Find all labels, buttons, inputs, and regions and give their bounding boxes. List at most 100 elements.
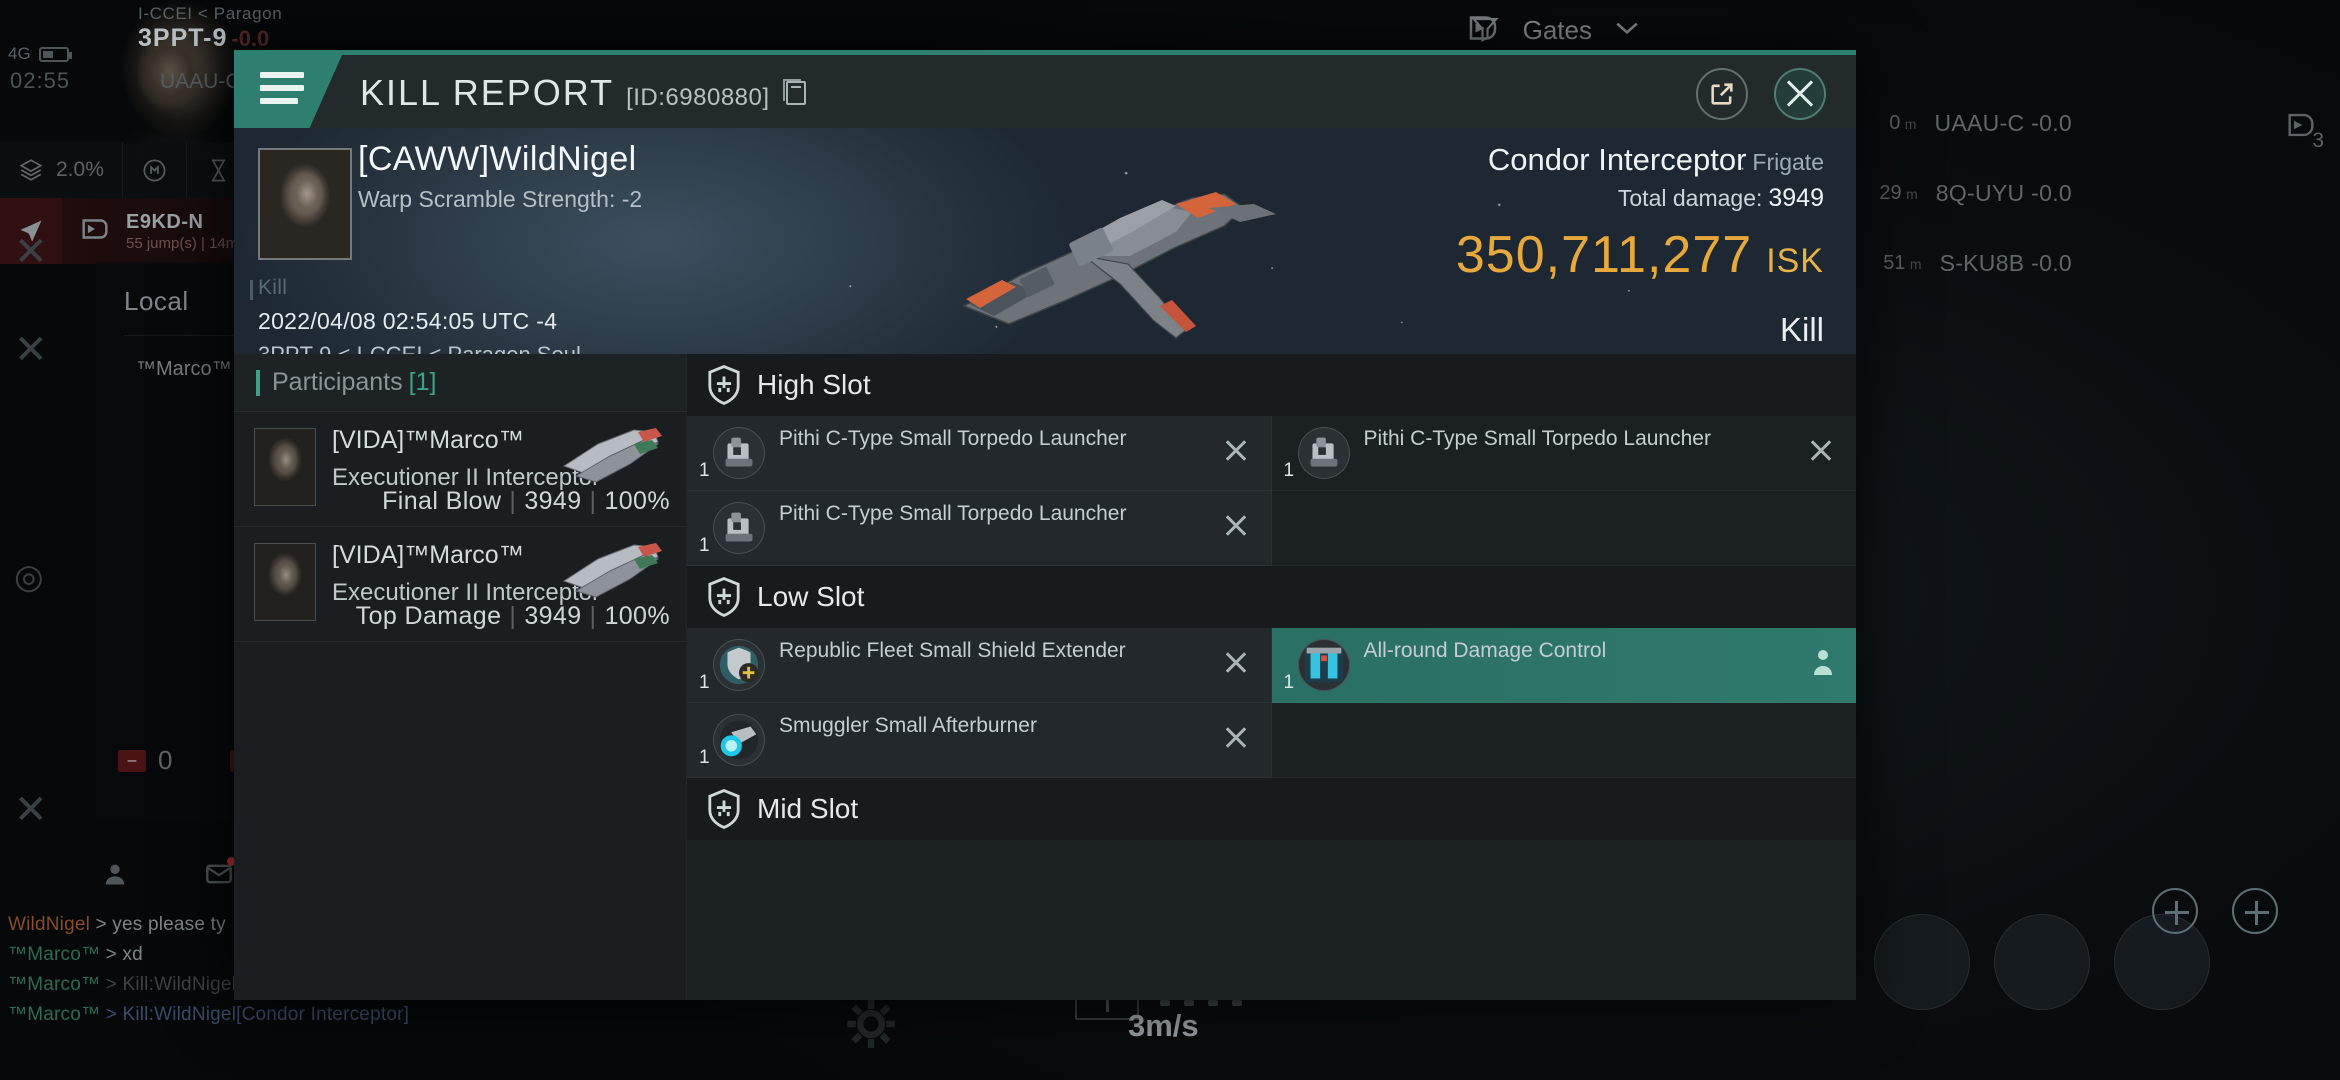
chat-text: > xd (100, 944, 143, 965)
gate-list-item[interactable]: 51 m S-KU8B -0.0 (1883, 250, 2072, 277)
settings-gear-icon[interactable] (845, 998, 897, 1055)
victim-name: [CAWW]WildNigel (358, 140, 637, 178)
kill-label: Kill (249, 276, 288, 300)
cargo-status[interactable]: 2.0% (0, 142, 123, 198)
minus-badge-icon: – (118, 749, 146, 772)
fitting-item[interactable]: 1 Pithi C-Type Small Torpedo Launcher (687, 416, 1272, 491)
victim-avatar[interactable] (258, 148, 352, 260)
target-icon[interactable]: ◎ (14, 560, 44, 594)
low-slot-icon (707, 577, 741, 617)
pilot-icon[interactable] (100, 860, 130, 893)
kill-report-dialog: KILL REPORT [ID:6980880] [CAWW]WildNigel… (234, 50, 1856, 1000)
item-name: Pithi C-Type Small Torpedo Launcher (1363, 427, 1711, 450)
participant-role: Top Damage (355, 602, 502, 630)
system-security: -0.0 (231, 26, 270, 51)
module-dots (1160, 1000, 1242, 1006)
afterburner-icon (713, 714, 765, 766)
gate-list-item[interactable]: 0 m UAAU-C -0.0 (1889, 110, 2072, 137)
device-status-bar: 4G (8, 44, 72, 64)
alert-count-1: 0 (158, 745, 173, 775)
close-icon (1783, 77, 1817, 111)
gate-name: S-KU8B (1939, 250, 2025, 276)
mid-slot-title: Mid Slot (757, 793, 859, 824)
menu-button[interactable] (234, 55, 342, 128)
gate-distance: 51 (1883, 252, 1906, 274)
dialog-body: Participants [1] [VIDA]™Marco™ Execution… (234, 354, 1856, 1000)
high-slot-header: High Slot (687, 354, 1856, 416)
low-slot-grid: 1 Republic Fleet Small Shield Extender 1… (687, 628, 1856, 778)
shield-extender-icon (713, 639, 765, 691)
participant-avatar[interactable] (254, 428, 316, 506)
item-quantity: 1 (699, 672, 710, 693)
warp-scramble-strength: Warp Scramble Strength: -2 (358, 186, 643, 212)
high-slot-title: High Slot (757, 369, 871, 400)
fitting-item[interactable]: 1 Smuggler Small Afterburner (687, 703, 1272, 778)
torpedo-launcher-icon (713, 427, 765, 479)
participants-list[interactable]: [VIDA]™Marco™ Executioner II Interceptor (234, 412, 686, 1000)
module-button-2[interactable] (1994, 914, 2090, 1010)
destroyed-icon (1223, 650, 1249, 676)
damage-control-icon (1297, 639, 1350, 691)
victim-ship-render (924, 156, 1294, 346)
gate-list-item[interactable]: 29 m 8Q-UYU -0.0 (1879, 180, 2072, 207)
module-button-3[interactable] (1874, 914, 1970, 1010)
close-panel-icon-1[interactable]: ✕ (14, 232, 48, 272)
fitting-item[interactable]: 1 Pithi C-Type Small Torpedo Launcher (687, 491, 1272, 566)
jump-count-badge[interactable]: 3 (2284, 108, 2324, 152)
dropped-icon (1810, 648, 1836, 676)
destroyed-icon (1808, 438, 1834, 464)
add-module-button-2[interactable] (2152, 888, 2198, 934)
filter-icon[interactable] (1470, 14, 1500, 49)
destination-name: E9KD-N (126, 210, 204, 233)
fitting-item-empty (1271, 491, 1856, 566)
torpedo-launcher-icon (713, 502, 765, 554)
participant-damage: 3949 (524, 487, 582, 515)
gate-security: -0.0 (2031, 250, 2072, 276)
close-panel-icon-3[interactable]: ✕ (14, 790, 48, 830)
participants-header: Participants [1] (234, 354, 686, 412)
participant-row[interactable]: [VIDA]™Marco™ Executioner II Interceptor (234, 412, 686, 527)
torpedo-launcher-icon (1297, 427, 1350, 479)
chat-speaker: ™Marco™ (8, 1004, 101, 1025)
destroyed-icon (1223, 438, 1249, 464)
chat-text: > Kill:WildNigel[Condor Interceptor] (100, 1004, 410, 1025)
system-name: 3PPT-9 (138, 24, 228, 52)
participant-row[interactable]: [VIDA]™Marco™ Executioner II Interceptor (234, 527, 686, 642)
mid-slot-header: Mid Slot (687, 778, 1856, 840)
mail-icon[interactable] (204, 857, 236, 893)
accent-bar (256, 369, 260, 396)
isk-value: 350,711,277 (1455, 226, 1753, 284)
participant-ship-icon (558, 420, 668, 486)
item-quantity: 1 (1283, 672, 1295, 693)
kill-outcome: Kill (1779, 311, 1824, 348)
share-button[interactable] (1696, 68, 1748, 120)
gate-name: UAAU-C (1934, 110, 2025, 136)
close-panel-icon-2[interactable]: ✕ (14, 330, 48, 370)
gate-security: -0.0 (2031, 180, 2072, 206)
high-slot-icon (707, 365, 741, 405)
participant-ship-icon (558, 535, 668, 601)
add-module-button-1[interactable] (2232, 888, 2278, 934)
victim-banner: [CAWW]WildNigel Warp Scramble Strength: … (234, 128, 1856, 354)
low-slot-title: Low Slot (757, 581, 865, 612)
gate-distance: 29 (1879, 182, 1902, 204)
participant-name: [VIDA]™Marco™ (332, 426, 524, 454)
victim-stats: Condor Interceptor Frigate Total damage: 3… (1442, 142, 1824, 349)
participant-percent: 100% (604, 487, 670, 515)
gate-distance-unit: m (1909, 256, 1922, 272)
fitting-panel: High Slot 1 Pithi C-Type Small Torpedo L… (687, 354, 1856, 1000)
fitting-button[interactable] (123, 142, 187, 198)
participant-avatar[interactable] (254, 543, 316, 621)
nearby-system-label: UAAU-C (160, 70, 241, 93)
fitting-item[interactable]: 1 Republic Fleet Small Shield Extender (687, 628, 1272, 703)
high-slot-grid: 1 Pithi C-Type Small Torpedo Launcher 1 … (687, 416, 1856, 566)
item-quantity: 1 (1283, 460, 1295, 481)
fitting-item-empty (1271, 703, 1856, 778)
copy-icon[interactable] (782, 79, 806, 105)
hamburger-menu-icon (260, 72, 304, 111)
close-button[interactable] (1774, 68, 1826, 120)
chevron-down-icon[interactable] (1614, 20, 1640, 41)
fitting-item[interactable]: 1 All-round Damage Control (1271, 628, 1856, 703)
fitting-item[interactable]: 1 Pithi C-Type Small Torpedo Launcher (1271, 416, 1856, 491)
network-label: 4G (8, 44, 31, 63)
